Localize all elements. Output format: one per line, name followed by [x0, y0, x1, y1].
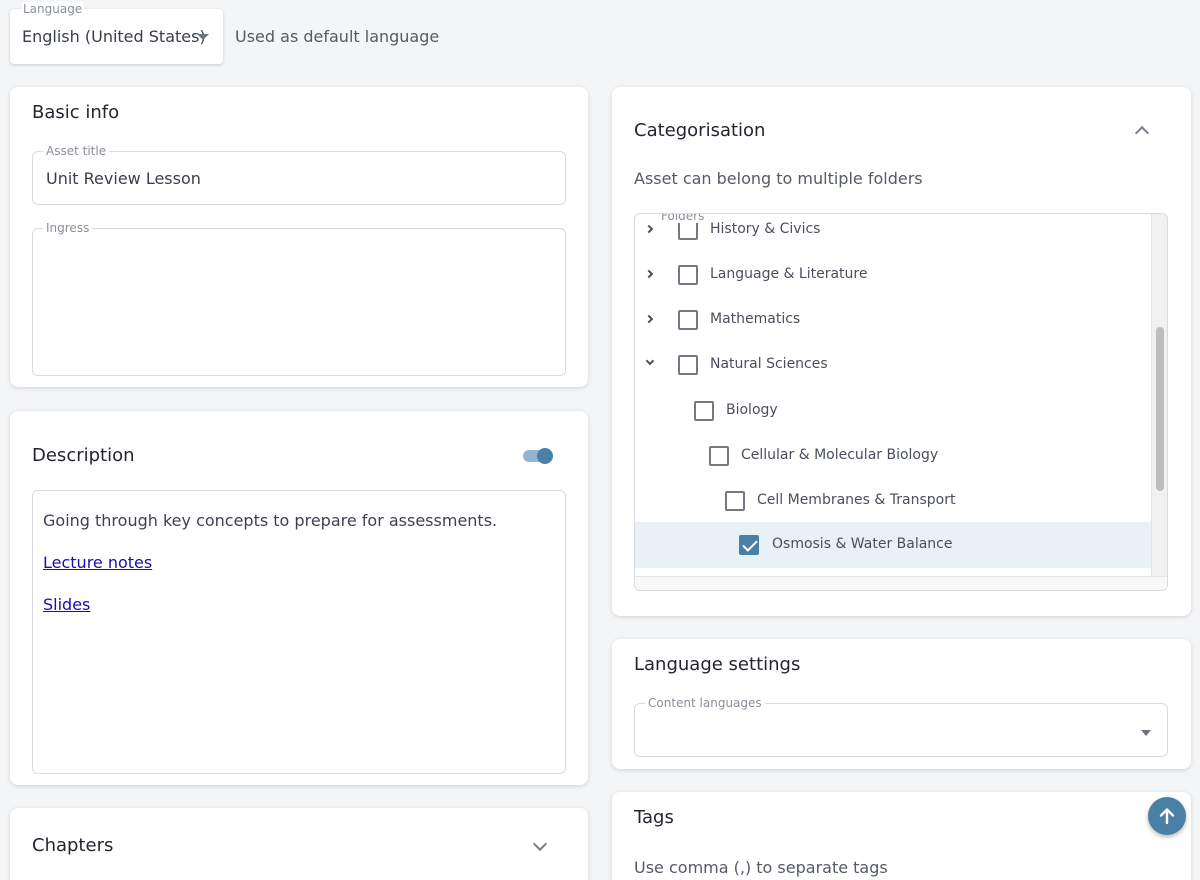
checkbox[interactable] — [678, 355, 698, 375]
asset-title-value: Unit Review Lesson — [46, 169, 201, 188]
checkbox[interactable] — [709, 446, 729, 466]
language-help-text: Used as default language — [235, 27, 440, 46]
tree-item-mathematics[interactable]: Mathematics — [635, 297, 1152, 343]
content-languages-select[interactable]: Content languages — [634, 696, 1168, 757]
lecture-notes-link[interactable]: Lecture notes — [43, 553, 152, 572]
description-toggle[interactable] — [523, 448, 553, 464]
tree-item-label: Cellular & Molecular Biology — [741, 447, 939, 463]
asset-title-label: Asset title — [43, 144, 110, 158]
arrow-up-icon — [1159, 808, 1175, 825]
basic-info-card: Basic info Asset title Unit Review Lesso… — [10, 87, 588, 387]
tree-item-label: Cell Membranes & Transport — [757, 492, 956, 508]
chevron-right-icon[interactable] — [644, 224, 654, 234]
vertical-scrollbar[interactable] — [1151, 214, 1167, 578]
caret-down-icon — [197, 34, 209, 40]
tree-item-natural-sciences[interactable]: Natural Sciences — [635, 342, 1152, 388]
horizontal-scrollbar[interactable] — [635, 576, 1167, 590]
language-settings-title: Language settings — [634, 654, 801, 675]
tags-subtitle: Use comma (,) to separate tags — [634, 858, 888, 877]
folders-label: Folders — [657, 214, 709, 223]
tags-title: Tags — [634, 807, 674, 828]
tree-item-label: Language & Literature — [710, 266, 868, 282]
ingress-label: Ingress — [43, 221, 93, 235]
scroll-to-top-button[interactable] — [1148, 797, 1186, 835]
tree-item-osmosis-water-balance[interactable]: Osmosis & Water Balance — [635, 522, 1152, 568]
ingress-field[interactable]: Ingress — [32, 221, 566, 376]
language-legend: Language — [22, 2, 84, 16]
categorisation-title: Categorisation — [634, 120, 766, 141]
scrollbar-thumb[interactable] — [1156, 327, 1164, 491]
checkbox[interactable] — [694, 401, 714, 421]
checkbox[interactable] — [678, 310, 698, 330]
chapters-title: Chapters — [32, 835, 114, 856]
caret-down-icon — [1141, 730, 1151, 736]
description-title: Description — [32, 445, 135, 466]
slides-link[interactable]: Slides — [43, 595, 90, 614]
chevron-right-icon[interactable] — [644, 269, 654, 279]
chevron-right-icon[interactable] — [644, 314, 654, 324]
tree-item-label: Osmosis & Water Balance — [772, 536, 953, 552]
tree-item-label: History & Civics — [710, 221, 821, 237]
description-text: Going through key concepts to prepare fo… — [43, 511, 498, 530]
content-languages-label: Content languages — [645, 696, 765, 710]
tree-item-biology[interactable]: Biology — [635, 388, 1152, 434]
tree-item-label: Natural Sciences — [710, 356, 828, 372]
tree-item-label: Biology — [726, 402, 778, 418]
tree-item-history-civics[interactable]: History & Civics — [635, 214, 1152, 253]
folders-tree[interactable]: Folders History & Civics Language & Lite… — [634, 213, 1168, 591]
basic-info-title: Basic info — [32, 102, 120, 123]
tree-item-label: Mathematics — [710, 311, 801, 327]
checkbox[interactable] — [678, 265, 698, 285]
description-editor[interactable]: Going through key concepts to prepare fo… — [32, 490, 566, 774]
checkbox[interactable] — [678, 220, 698, 240]
tree-item-cellular-molecular-biology[interactable]: Cellular & Molecular Biology — [635, 433, 1152, 479]
tree-item-language-literature[interactable]: Language & Literature — [635, 252, 1152, 298]
checkbox-checked[interactable] — [739, 535, 759, 555]
asset-title-field[interactable]: Asset title Unit Review Lesson — [32, 144, 566, 205]
language-select[interactable]: Language English (United States) — [10, 2, 223, 64]
toggle-knob — [537, 448, 553, 464]
tree-item-cell-membranes-transport[interactable]: Cell Membranes & Transport — [635, 478, 1152, 524]
language-value: English (United States) — [22, 27, 206, 46]
checkbox[interactable] — [725, 491, 745, 511]
categorisation-subtitle: Asset can belong to multiple folders — [634, 169, 923, 188]
chevron-down-icon[interactable] — [645, 356, 655, 366]
